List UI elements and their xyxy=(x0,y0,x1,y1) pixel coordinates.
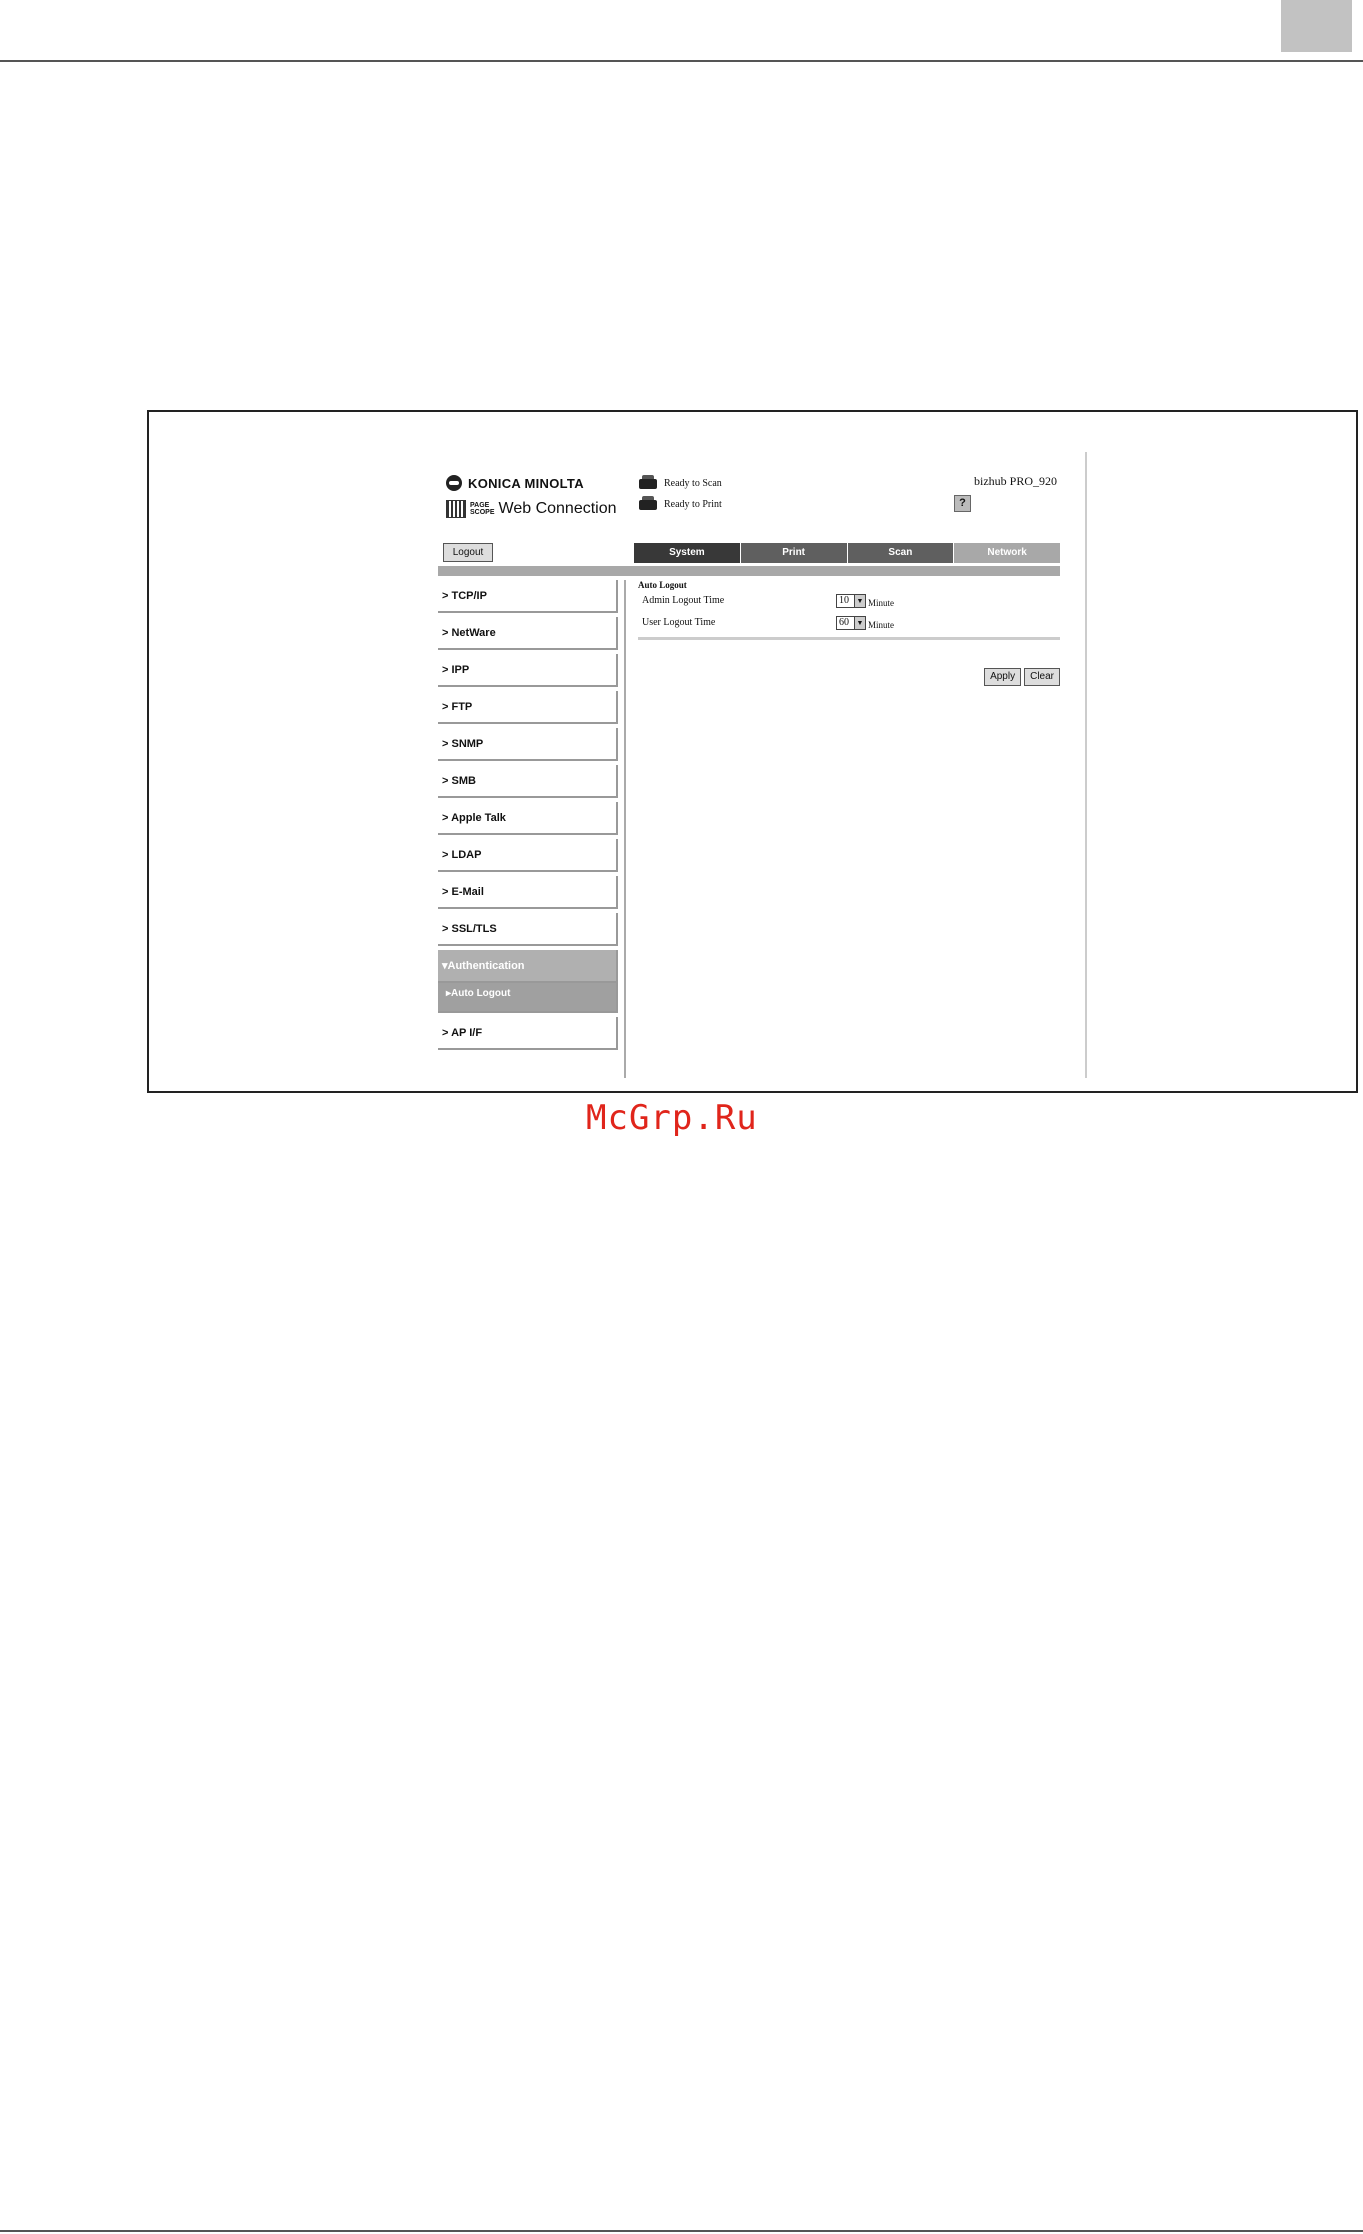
sidebar-item-smb[interactable]: > SMB xyxy=(438,765,618,798)
help-icon[interactable]: ? xyxy=(954,495,971,512)
sidebar-item-snmp[interactable]: > SNMP xyxy=(438,728,618,761)
sidebar-item-ipp[interactable]: > IPP xyxy=(438,654,618,687)
section-divider xyxy=(638,637,1060,640)
product-name: Web Connection xyxy=(498,500,617,517)
user-logout-row: User Logout Time 60 ▼ Minute xyxy=(638,615,1060,637)
sidebar-item-apple-talk[interactable]: > Apple Talk xyxy=(438,802,618,835)
sidebar-item-ldap[interactable]: > LDAP xyxy=(438,839,618,872)
device-model: bizhub PRO_920 xyxy=(973,474,1057,488)
sidebar-item-tcpip[interactable]: > TCP/IP xyxy=(438,580,618,613)
scanner-status: Ready to Scan xyxy=(638,475,722,491)
admin-logout-label: Admin Logout Time xyxy=(642,595,725,606)
admin-logout-select-group: 10 ▼ Minute xyxy=(836,593,894,608)
sidebar-item-ssl-tls[interactable]: > SSL/TLS xyxy=(438,913,618,946)
pagescope-wordmark: PAGE SCOPE xyxy=(470,502,495,516)
logout-button[interactable]: Logout xyxy=(443,543,493,562)
pagescope-line2: SCOPE xyxy=(470,509,495,516)
user-logout-select[interactable]: 60 ▼ xyxy=(836,615,866,630)
admin-logout-unit: Minute xyxy=(868,598,894,608)
tab-system[interactable]: System xyxy=(634,543,740,563)
section-title: Auto Logout xyxy=(638,580,687,590)
clear-button[interactable]: Clear xyxy=(1024,668,1060,686)
scanner-icon xyxy=(638,475,658,491)
main-panel: Auto Logout Admin Logout Time 10 ▼ Minut… xyxy=(638,580,1060,686)
apply-button[interactable]: Apply xyxy=(984,668,1022,686)
user-logout-value: 60 xyxy=(839,617,849,628)
form-actions: Apply Clear xyxy=(984,668,1060,686)
admin-logout-select[interactable]: 10 ▼ xyxy=(836,593,866,608)
user-logout-select-group: 60 ▼ Minute xyxy=(836,615,894,630)
page-bottom-rule xyxy=(0,2230,1363,2232)
chevron-down-icon[interactable]: ▼ xyxy=(854,594,865,607)
printer-status: Ready to Print xyxy=(638,496,722,512)
printer-status-text: Ready to Print xyxy=(664,498,722,510)
tab-underline-bar xyxy=(438,566,1060,576)
sidebar-item-ftp[interactable]: > FTP xyxy=(438,691,618,724)
watermark: McGrp.Ru xyxy=(586,1098,758,1138)
sidebar-item-ap-if[interactable]: > AP I/F xyxy=(438,1017,618,1050)
pagescope-icon xyxy=(446,500,466,518)
main-tabs: System Print Scan Network xyxy=(634,543,1060,563)
sidebar-divider xyxy=(624,580,626,1078)
user-logout-unit: Minute xyxy=(868,620,894,630)
sidebar-subitem-auto-logout[interactable]: ▸Auto Logout xyxy=(438,983,618,1013)
admin-logout-value: 10 xyxy=(839,595,849,606)
printer-icon xyxy=(638,496,658,512)
browser-screenshot: KONICA MINOLTA PAGE SCOPE Web Connection… xyxy=(424,452,1087,1078)
admin-logout-row: Admin Logout Time 10 ▼ Minute xyxy=(638,593,1060,615)
chevron-down-icon[interactable]: ▼ xyxy=(854,616,865,629)
pagescope-line1: PAGE xyxy=(470,502,490,509)
product-logo: PAGE SCOPE Web Connection xyxy=(446,500,617,518)
brand-name: KONICA MINOLTA xyxy=(468,475,584,491)
window-edge xyxy=(1085,452,1087,1078)
sidebar-item-authentication[interactable]: ▾Authentication xyxy=(438,950,618,983)
tab-scan[interactable]: Scan xyxy=(847,543,954,563)
sidebar-item-email[interactable]: > E-Mail xyxy=(438,876,618,909)
page-corner-tab xyxy=(1281,0,1352,52)
tab-network[interactable]: Network xyxy=(954,543,1060,563)
konica-minolta-logo-icon xyxy=(446,475,462,491)
user-logout-label: User Logout Time xyxy=(642,617,716,628)
tab-print[interactable]: Print xyxy=(740,543,847,563)
sidebar-item-netware[interactable]: > NetWare xyxy=(438,617,618,650)
page-top-rule xyxy=(0,60,1363,62)
brand-logo: KONICA MINOLTA xyxy=(446,475,584,491)
sidebar: > TCP/IP > NetWare > IPP > FTP > SNMP > … xyxy=(438,580,618,1054)
scanner-status-text: Ready to Scan xyxy=(664,477,722,489)
